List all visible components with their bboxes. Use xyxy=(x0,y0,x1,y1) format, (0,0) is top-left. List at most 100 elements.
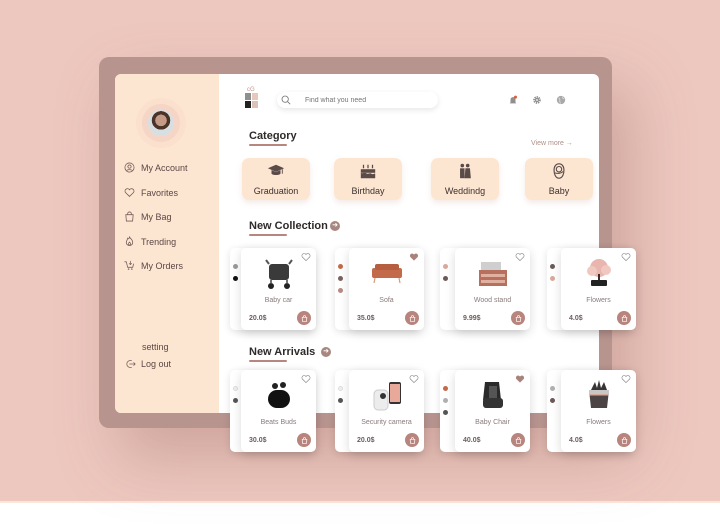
heart-icon[interactable] xyxy=(621,374,631,384)
sidebar-item-label: My Bag xyxy=(141,211,172,222)
product-price: 40.0$ xyxy=(463,437,481,444)
product-image xyxy=(587,259,611,286)
category-wedding[interactable]: Weddindg xyxy=(431,158,499,200)
product-card[interactable]: Security camera 20.0$ xyxy=(349,370,424,452)
category-label: Birthday xyxy=(351,186,385,196)
product-name: Sofa xyxy=(379,297,394,304)
color-option[interactable] xyxy=(233,386,238,391)
heart-icon[interactable] xyxy=(301,252,311,262)
logout-label: Log out xyxy=(141,359,172,369)
color-option[interactable] xyxy=(550,276,555,281)
product-card[interactable]: Wood stand 9.99$ xyxy=(455,248,530,330)
app-screen: My Account Favorites My Bag Trending My … xyxy=(115,74,599,413)
product-card[interactable]: Sofa 35.0$ xyxy=(349,248,424,330)
logout-icon xyxy=(126,360,136,368)
color-option[interactable] xyxy=(338,398,343,403)
avatar[interactable] xyxy=(148,110,174,136)
color-option[interactable] xyxy=(550,264,555,269)
category-birthday[interactable]: Birthday xyxy=(334,158,402,200)
product-card[interactable]: Baby car 20.0$ xyxy=(241,248,316,330)
product-name: Baby car xyxy=(264,297,293,304)
globe-icon[interactable] xyxy=(556,95,566,105)
color-option[interactable] xyxy=(443,410,448,415)
product-card[interactable]: Flowers 4.0$ xyxy=(561,248,636,330)
add-to-bag-button[interactable] xyxy=(617,311,631,325)
add-to-bag-button[interactable] xyxy=(297,433,311,447)
gear-icon[interactable] xyxy=(532,95,542,105)
search-input[interactable] xyxy=(305,96,425,104)
color-option[interactable] xyxy=(550,398,555,403)
heart-icon xyxy=(124,188,135,198)
setting-link[interactable]: setting xyxy=(142,342,169,352)
new-arrivals-arrow-button[interactable]: ➜ xyxy=(321,347,331,357)
product-image xyxy=(268,382,290,408)
color-option[interactable] xyxy=(338,386,343,391)
user-circle-icon xyxy=(124,162,135,173)
color-option[interactable] xyxy=(550,386,555,391)
product-name: Flowers xyxy=(586,297,611,304)
add-to-bag-button[interactable] xyxy=(511,311,525,325)
color-option[interactable] xyxy=(233,264,238,269)
color-option[interactable] xyxy=(443,398,448,403)
arrow-right-icon: ➜ xyxy=(323,348,329,355)
category-graduation[interactable]: Graduation xyxy=(242,158,310,200)
view-more-link[interactable]: View more → xyxy=(531,140,573,147)
product-card[interactable]: Beats Buds 30.0$ xyxy=(241,370,316,452)
bell-icon[interactable] xyxy=(508,95,518,105)
product-price: 35.0$ xyxy=(357,315,375,322)
add-to-bag-button[interactable] xyxy=(297,311,311,325)
heart-icon[interactable] xyxy=(301,374,311,384)
bag-icon xyxy=(621,436,627,444)
new-collection-arrow-button[interactable]: ➜ xyxy=(330,221,340,231)
bag-icon xyxy=(515,314,521,322)
product-price: 20.0$ xyxy=(357,437,375,444)
new-collection-title: New Collection xyxy=(249,220,328,236)
heart-icon[interactable] xyxy=(409,252,419,262)
color-option[interactable] xyxy=(443,264,448,269)
heart-icon[interactable] xyxy=(515,374,525,384)
product-image xyxy=(265,259,293,289)
sidebar-item-my-bag[interactable]: My Bag xyxy=(124,211,172,222)
color-option[interactable] xyxy=(443,386,448,391)
sidebar-item-my-account[interactable]: My Account xyxy=(124,162,188,173)
add-to-bag-button[interactable] xyxy=(617,433,631,447)
product-image xyxy=(372,264,402,284)
flame-icon xyxy=(125,236,134,246)
cart-icon xyxy=(124,260,135,270)
logout-button[interactable]: Log out xyxy=(126,359,171,369)
product-card[interactable]: Baby Chair 40.0$ xyxy=(455,370,530,452)
product-price: 4.0$ xyxy=(569,437,583,444)
product-name: Beats Buds xyxy=(260,419,297,426)
category-baby[interactable]: Baby xyxy=(525,158,593,200)
color-option[interactable] xyxy=(233,398,238,403)
search-bar[interactable] xyxy=(277,92,438,108)
product-price: 4.0$ xyxy=(569,315,583,322)
sidebar-item-favorites[interactable]: Favorites xyxy=(124,187,178,198)
add-to-bag-button[interactable] xyxy=(405,311,419,325)
sidebar-item-label: My Account xyxy=(141,162,188,173)
graduation-cap-icon xyxy=(267,164,285,176)
color-option[interactable] xyxy=(338,288,343,293)
color-option[interactable] xyxy=(233,276,238,281)
color-option[interactable] xyxy=(338,264,343,269)
category-label: Graduation xyxy=(253,186,299,196)
add-to-bag-button[interactable] xyxy=(511,433,525,447)
sidebar-item-label: My Orders xyxy=(141,260,184,271)
category-label: Weddindg xyxy=(444,186,486,196)
color-option[interactable] xyxy=(443,276,448,281)
product-price: 9.99$ xyxy=(463,315,481,322)
arrow-right-icon: ➜ xyxy=(332,222,338,229)
product-image xyxy=(589,380,609,408)
add-to-bag-button[interactable] xyxy=(405,433,419,447)
sidebar-item-my-orders[interactable]: My Orders xyxy=(124,260,183,271)
bag-icon xyxy=(621,314,627,322)
heart-icon[interactable] xyxy=(409,374,419,384)
color-option[interactable] xyxy=(338,276,343,281)
product-card[interactable]: Flowers 4.0$ xyxy=(561,370,636,452)
heart-icon[interactable] xyxy=(621,252,631,262)
logo[interactable]: cG xyxy=(244,85,260,110)
search-icon xyxy=(281,95,291,105)
heart-icon[interactable] xyxy=(515,252,525,262)
product-image xyxy=(479,262,507,286)
sidebar-item-trending[interactable]: Trending xyxy=(124,236,176,247)
